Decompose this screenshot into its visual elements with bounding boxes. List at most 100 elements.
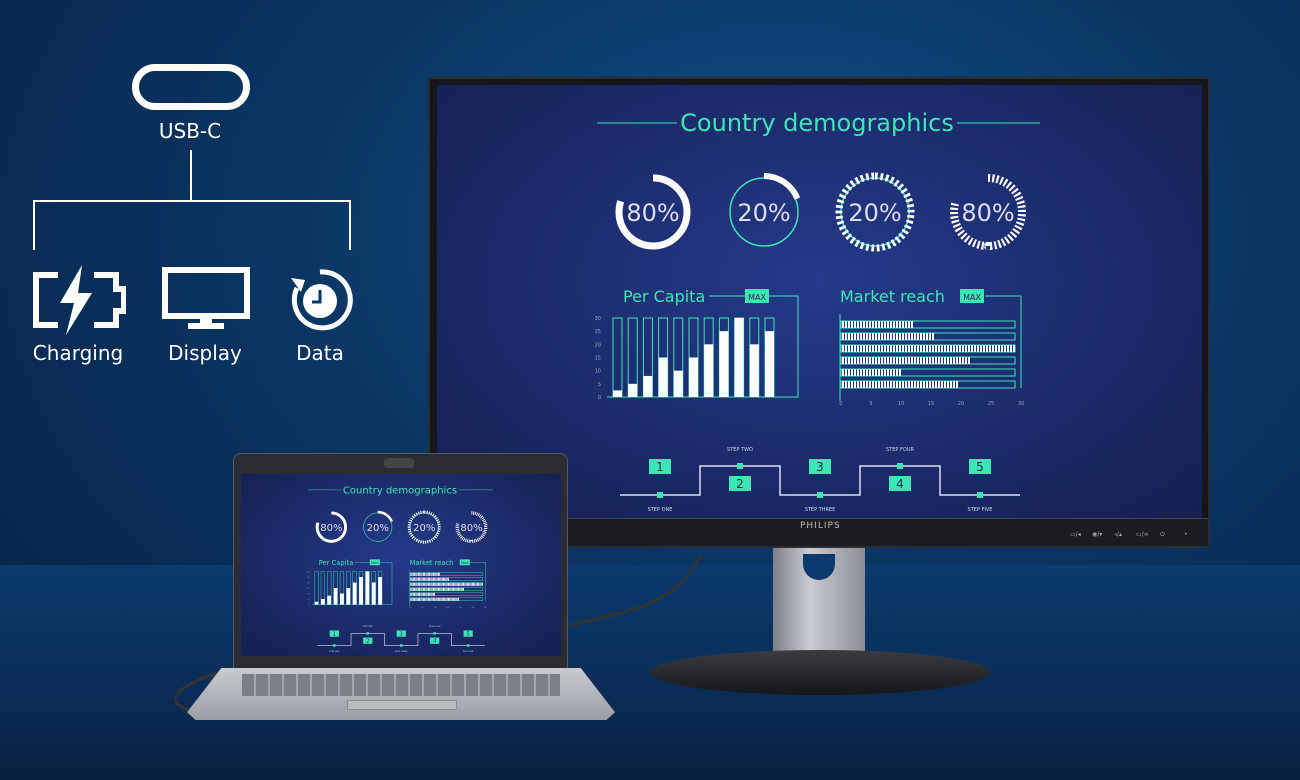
step-marker — [333, 644, 336, 647]
bar — [371, 582, 376, 605]
step-number: 5 — [976, 460, 984, 474]
bar — [333, 588, 338, 605]
step-number: 2 — [736, 477, 744, 491]
gauge-value: 80% — [320, 523, 342, 534]
bar — [327, 595, 332, 605]
y-tick-label: 5 — [598, 382, 601, 388]
keyboard — [242, 674, 560, 696]
bar — [841, 333, 934, 340]
bar — [643, 375, 653, 397]
gauge-value: 20% — [848, 199, 901, 227]
screen-title: Country demographics — [343, 485, 457, 496]
step-label: STEP FIVE — [463, 651, 474, 653]
laptop-lid: Country demographics 80% 20% 20% 80% Per Capi… — [233, 453, 568, 669]
input-button[interactable]: ▭/◂ — [1070, 531, 1081, 538]
bar — [409, 577, 449, 581]
step-label: STEP FOUR — [429, 626, 441, 628]
x-tick-label: 5 — [422, 607, 424, 609]
step-marker — [817, 492, 823, 498]
webcam — [384, 458, 414, 468]
bar — [658, 357, 668, 397]
bar — [719, 331, 729, 397]
step-label: STEP ONE — [329, 651, 340, 653]
bar — [346, 588, 351, 605]
gauge-value: 80% — [626, 199, 679, 227]
y-tick-label: 0 — [598, 395, 601, 401]
bar — [734, 318, 744, 397]
x-tick-label: 25 — [988, 401, 994, 407]
step-number: 3 — [816, 460, 824, 474]
brand-logo: PHILIPS — [800, 521, 841, 531]
bar-track — [314, 571, 319, 605]
step-marker — [399, 644, 403, 647]
step-number: 4 — [896, 477, 904, 491]
x-tick-label: 30 — [1018, 401, 1024, 407]
smartimage-button[interactable]: ▭/∞ — [1136, 531, 1149, 538]
bar — [352, 582, 357, 605]
bar — [314, 601, 319, 605]
bar — [765, 331, 774, 397]
y-tick-label: 30 — [595, 316, 601, 322]
y-tick-label: 10 — [307, 593, 310, 595]
y-tick-label: 25 — [595, 329, 601, 335]
step-label: STEP THREE — [395, 651, 408, 653]
max-badge-label: MAX — [748, 293, 766, 302]
gauge-value: 80% — [961, 199, 1014, 227]
gauge-value: 80% — [460, 523, 482, 534]
x-tick-label: 20 — [958, 401, 964, 407]
x-tick-label: 15 — [928, 401, 934, 407]
per-capita-title: Per Capita — [319, 559, 353, 567]
step-number: 4 — [433, 639, 436, 645]
bar — [704, 344, 714, 397]
touchpad[interactable] — [347, 700, 457, 710]
x-tick-label: 10 — [898, 401, 904, 407]
bar-track — [612, 317, 623, 398]
bar — [689, 357, 698, 397]
step-label: STEP TWO — [727, 447, 753, 453]
step-marker — [977, 492, 983, 498]
gauge-value: 20% — [737, 199, 790, 227]
step-label: STEP THREE — [805, 507, 836, 513]
max-badge-label: MAX — [371, 561, 379, 565]
y-tick-label: 30 — [307, 571, 310, 573]
bar — [841, 321, 913, 328]
monitor-base — [650, 650, 990, 695]
step-label: STEP ONE — [648, 507, 673, 513]
step-marker — [737, 463, 743, 469]
bar — [409, 592, 436, 596]
max-badge-label: MAX — [963, 293, 981, 302]
bar — [409, 582, 483, 586]
y-tick-label: 20 — [307, 582, 310, 584]
bar — [841, 357, 970, 364]
x-tick-label: 30 — [484, 607, 487, 609]
volume-button[interactable]: ◃/▴ — [1114, 531, 1122, 538]
step-label: STEP FIVE — [968, 507, 993, 513]
y-tick-label: 0 — [308, 604, 310, 606]
bar — [628, 383, 638, 397]
gauge-value: 20% — [367, 523, 389, 534]
market-reach-title: Market reach — [840, 287, 945, 306]
x-tick-label: 20 — [459, 607, 462, 609]
x-tick-label: 15 — [446, 607, 449, 609]
bar — [409, 572, 441, 576]
bar — [841, 345, 1015, 352]
power-led: • — [1184, 531, 1188, 538]
menu-button[interactable]: ◉/▾ — [1092, 531, 1102, 538]
bar — [673, 370, 683, 397]
laptop-base — [187, 668, 615, 720]
bar — [841, 381, 958, 388]
bar — [409, 597, 459, 601]
step-number: 1 — [656, 460, 664, 474]
y-tick-label: 15 — [307, 588, 310, 590]
chart-frame — [470, 562, 486, 601]
laptop-screen: Country demographics 80% 20% 20% 80% Per Capi… — [241, 474, 561, 656]
y-tick-label: 20 — [595, 342, 601, 348]
step-number: 1 — [333, 631, 336, 637]
step-number: 2 — [366, 639, 369, 645]
step-label: STEP TWO — [362, 626, 373, 628]
bar — [841, 369, 901, 376]
power-button[interactable]: ⏻ — [1160, 531, 1165, 539]
market-reach-title: Market reach — [410, 559, 454, 567]
max-badge-label: MAX — [461, 561, 469, 565]
y-tick-label: 25 — [307, 577, 310, 579]
